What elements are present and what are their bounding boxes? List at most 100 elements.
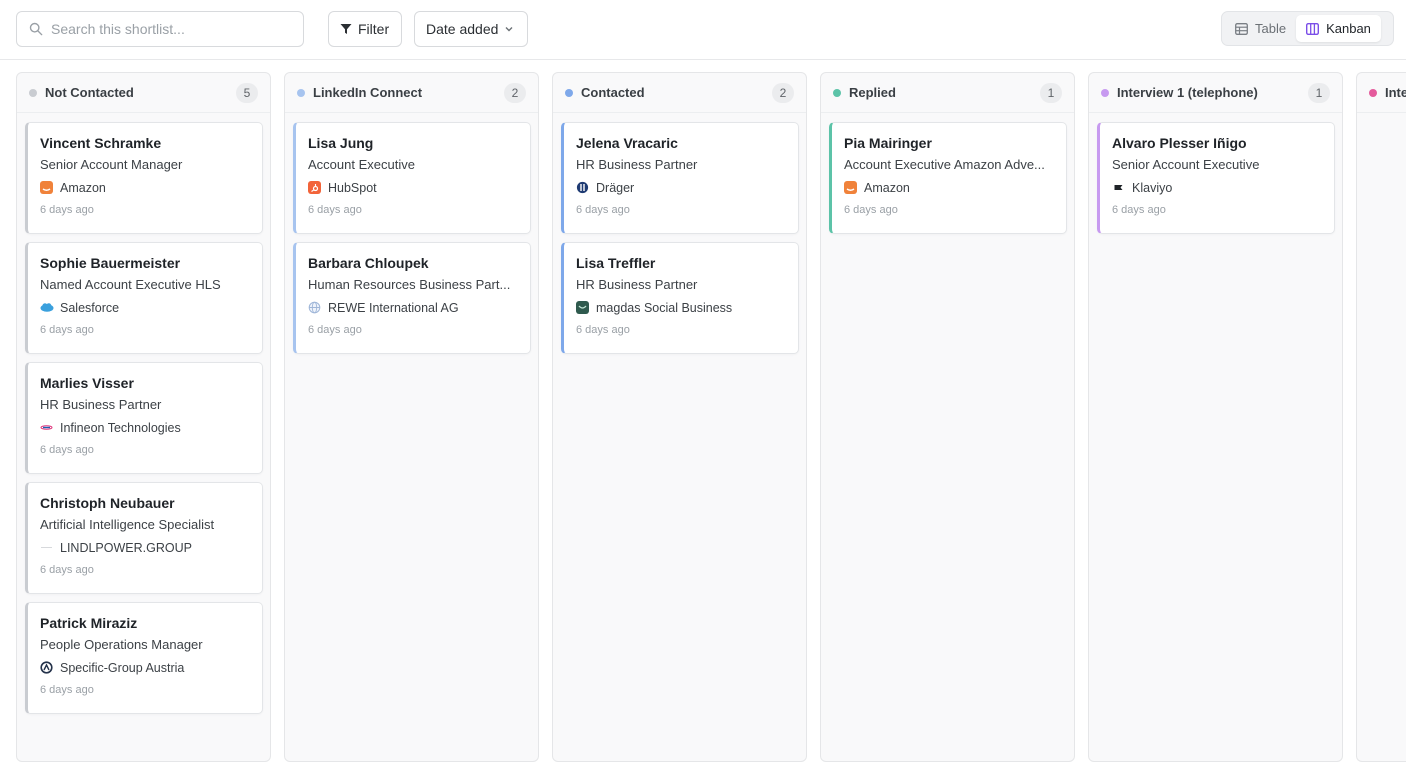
column-header[interactable]: Interview 1 (telephone) 1 [1089, 73, 1342, 113]
klaviyo-icon [1112, 181, 1125, 194]
view-toggle: Table Kanban [1221, 11, 1394, 46]
kanban-board: Not Contacted 5 Vincent Schramke Senior … [16, 72, 1406, 762]
candidate-role: People Operations Manager [40, 637, 203, 652]
search-box[interactable] [16, 11, 304, 47]
column-interview-1: Interview 1 (telephone) 1 Alvaro Plesser… [1088, 72, 1343, 762]
candidate-company: Specific-Group Austria [40, 659, 262, 676]
column-count-badge: 2 [504, 82, 526, 103]
company-name: Amazon [864, 180, 910, 195]
column-count-badge: 5 [236, 82, 258, 103]
candidate-card[interactable]: Pia Mairinger Account Executive Amazon A… [829, 122, 1067, 234]
salesforce-icon [40, 301, 54, 314]
candidate-card[interactable]: Patrick Miraziz People Operations Manage… [25, 602, 263, 714]
column-title: LinkedIn Connect [313, 85, 423, 100]
chevron-down-icon [505, 27, 513, 32]
candidate-card[interactable]: Marlies Visser HR Business Partner Infin… [25, 362, 263, 474]
status-dot-icon [1369, 88, 1377, 97]
candidate-role: Account Executive Amazon Adve... [844, 157, 1045, 172]
candidate-name: Alvaro Plesser Iñigo [1112, 135, 1247, 151]
column-linkedin-connect: LinkedIn Connect 2 Lisa Jung Account Exe… [284, 72, 539, 762]
magdas-icon [576, 301, 589, 314]
status-dot-icon [1101, 88, 1109, 97]
candidate-card[interactable]: Christoph Neubauer Artificial Intelligen… [25, 482, 263, 594]
table-view-label: Table [1255, 21, 1287, 36]
globe-icon [308, 301, 321, 314]
candidate-role: Senior Account Manager [40, 157, 183, 172]
candidate-company: Infineon Technologies [40, 419, 262, 436]
status-dot-icon [833, 88, 841, 97]
column-header[interactable]: Inte [1357, 73, 1406, 113]
column-header[interactable]: Contacted 2 [553, 73, 806, 113]
candidate-card[interactable]: Barbara Chloupek Human Resources Busines… [293, 242, 531, 354]
status-dot-icon [297, 88, 305, 97]
candidate-card[interactable]: Alvaro Plesser Iñigo Senior Account Exec… [1097, 122, 1335, 234]
filter-button[interactable]: Filter [328, 11, 402, 47]
column-title: Replied [849, 85, 896, 100]
added-time: 6 days ago [40, 684, 94, 696]
company-name: Specific-Group Austria [60, 660, 185, 675]
candidate-name: Christoph Neubauer [40, 495, 175, 511]
column-header[interactable]: LinkedIn Connect 2 [285, 73, 538, 113]
column-count-badge: 1 [1040, 82, 1062, 103]
company-name: Amazon [60, 180, 106, 195]
status-dot-icon [29, 88, 37, 97]
candidate-name: Jelena Vracaric [576, 135, 678, 151]
company-name: HubSpot [328, 180, 377, 195]
kanban-icon [1306, 22, 1320, 35]
candidate-company: Salesforce [40, 299, 262, 316]
company-name: Klaviyo [1132, 180, 1173, 195]
column-count-badge: 2 [772, 82, 794, 103]
candidate-company: REWE International AG [308, 299, 530, 316]
company-name: Salesforce [60, 300, 120, 315]
company-name: LINDLPOWER.GROUP [60, 540, 192, 555]
filter-label: Filter [358, 21, 390, 37]
added-time: 6 days ago [308, 324, 362, 336]
candidate-role: Named Account Executive HLS [40, 277, 221, 292]
candidate-card[interactable]: Lisa Treffler HR Business Partner magdas… [561, 242, 799, 354]
column-header[interactable]: Not Contacted 5 [17, 73, 270, 113]
column-title: Interview 1 (telephone) [1117, 85, 1258, 100]
candidate-company: Amazon [844, 179, 1066, 196]
amazon-icon [844, 181, 857, 194]
column-count-badge: 1 [1308, 82, 1330, 103]
candidate-role: Account Executive [308, 157, 415, 172]
candidate-role: HR Business Partner [40, 397, 162, 412]
kanban-view-button[interactable]: Kanban [1296, 15, 1381, 42]
column-replied: Replied 1 Pia Mairinger Account Executiv… [820, 72, 1075, 762]
candidate-card[interactable]: Sophie Bauermeister Named Account Execut… [25, 242, 263, 354]
company-name: REWE International AG [328, 300, 459, 315]
candidate-name: Lisa Treffler [576, 255, 656, 271]
company-name: magdas Social Business [596, 300, 733, 315]
added-time: 6 days ago [576, 204, 630, 216]
candidate-name: Patrick Miraziz [40, 615, 138, 631]
added-time: 6 days ago [576, 324, 630, 336]
company-name: Dräger [596, 180, 635, 195]
candidate-name: Lisa Jung [308, 135, 374, 151]
column-header[interactable]: Replied 1 [821, 73, 1074, 113]
sort-dropdown[interactable]: Date added [414, 11, 528, 47]
candidate-name: Vincent Schramke [40, 135, 162, 151]
draeger-icon [576, 181, 589, 194]
infineon-icon [40, 421, 53, 434]
candidate-role: HR Business Partner [576, 277, 698, 292]
column-partial: Inte [1356, 72, 1406, 762]
candidate-name: Sophie Bauermeister [40, 255, 181, 271]
candidate-card[interactable]: Jelena Vracaric HR Business Partner Dräg… [561, 122, 799, 234]
added-time: 6 days ago [844, 204, 898, 216]
amazon-icon [40, 181, 53, 194]
candidate-card[interactable]: Vincent Schramke Senior Account Manager … [25, 122, 263, 234]
column-contacted: Contacted 2 Jelena Vracaric HR Business … [552, 72, 807, 762]
filter-icon [340, 24, 352, 34]
search-input[interactable] [51, 21, 281, 37]
column-title: Inte [1385, 85, 1406, 100]
status-dot-icon [565, 88, 573, 97]
candidate-role: Artificial Intelligence Specialist [40, 517, 215, 532]
company-name: Infineon Technologies [60, 420, 181, 435]
search-icon [29, 22, 43, 36]
added-time: 6 days ago [40, 324, 94, 336]
candidate-company: HubSpot [308, 179, 530, 196]
candidate-company: magdas Social Business [576, 299, 798, 316]
table-view-button[interactable]: Table [1225, 15, 1296, 42]
candidate-card[interactable]: Lisa Jung Account Executive HubSpot 6 da… [293, 122, 531, 234]
candidate-name: Pia Mairinger [844, 135, 932, 151]
